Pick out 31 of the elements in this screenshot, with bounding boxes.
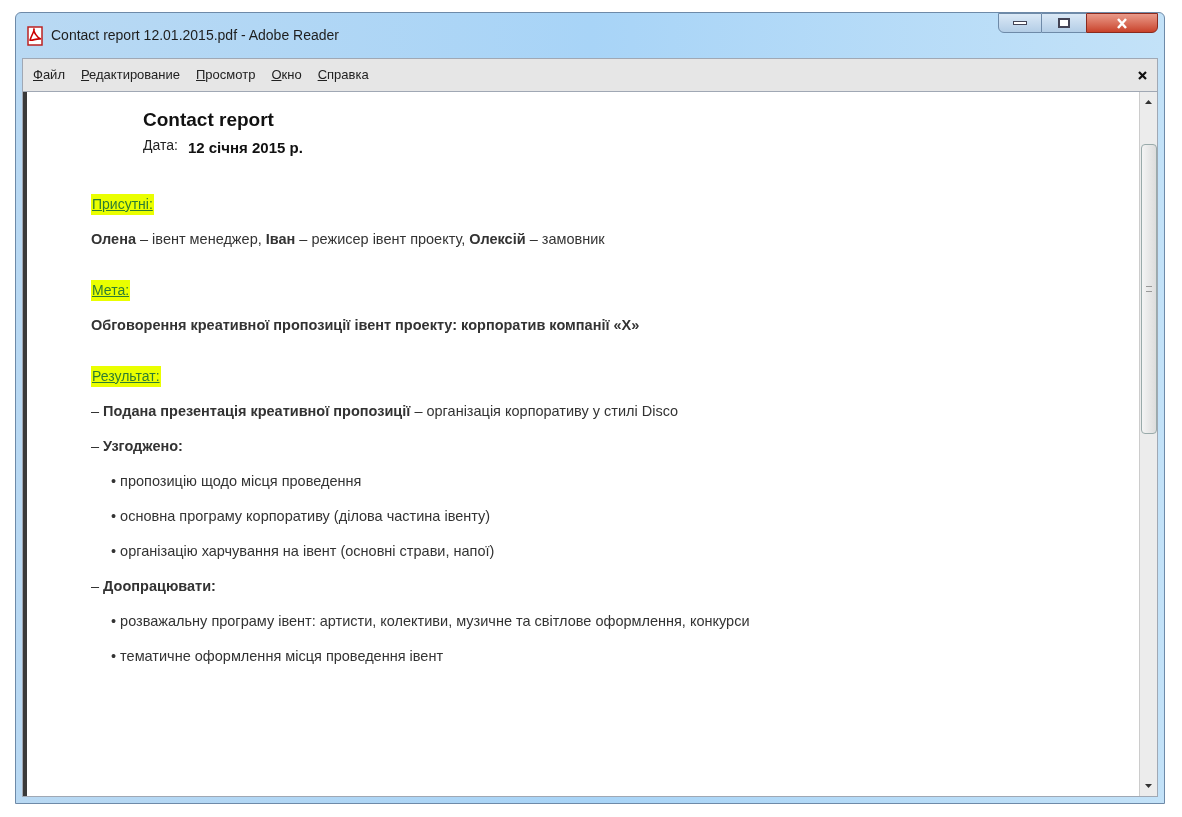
document-text: • організацію харчування на івент (основні страви, напої) [110, 541, 496, 561]
pdf-file-icon [25, 25, 45, 46]
document-text: Обговорення креативної пропозиції івент проекту: корпоратив компанії «Х» [91, 315, 641, 335]
scrollbar-thumb[interactable] [1140, 144, 1157, 434]
document-text: • тематичне оформлення місця проведення івент [110, 646, 445, 666]
scroll-down-icon[interactable] [1145, 784, 1152, 788]
close-icon [1116, 17, 1128, 29]
close-document-icon[interactable] [1138, 70, 1147, 80]
menu-item[interactable]: Просмотр [196, 65, 256, 85]
scroll-up-icon[interactable] [1145, 100, 1152, 104]
document-text: • розважальну програму івент: артисти, колективи, музичне та світлове оформлення, конкурси [110, 611, 751, 631]
close-button[interactable] [1086, 13, 1158, 33]
window-title: Contact report 12.01.2015.pdf - Adobe Reader [51, 26, 339, 45]
menu-item[interactable]: Файл [33, 65, 65, 85]
section-heading: Мета: [91, 279, 131, 301]
menu-item[interactable]: Окно [271, 65, 302, 85]
section-heading: Результат: [91, 365, 161, 387]
document-text: – Узгоджено: [91, 436, 184, 456]
date-value: 12 січня 2015 р. [187, 138, 303, 158]
document-text: • основна програму корпоративу (ділова частина івенту) [110, 506, 492, 526]
minimize-button[interactable] [998, 13, 1042, 33]
document-text: – Подана презентація креативної пропозиції – організація корпоративу у стилі Disco [91, 401, 679, 421]
menu-item[interactable]: Редактирование [80, 65, 180, 85]
document-text: Олена – івент менеджер, Іван – режисер івент проекту, Олексій – замовник [91, 229, 606, 249]
menu-item[interactable]: Справка [317, 65, 369, 85]
section-heading: Присутні: [91, 193, 154, 215]
maximize-button[interactable] [1042, 13, 1086, 33]
document-text: • пропозицію щодо місця проведення [110, 471, 363, 491]
document-title: Contact report [143, 108, 275, 132]
date-label: Дата: [143, 135, 178, 155]
document-text: – Доопрацювати: [91, 576, 217, 596]
